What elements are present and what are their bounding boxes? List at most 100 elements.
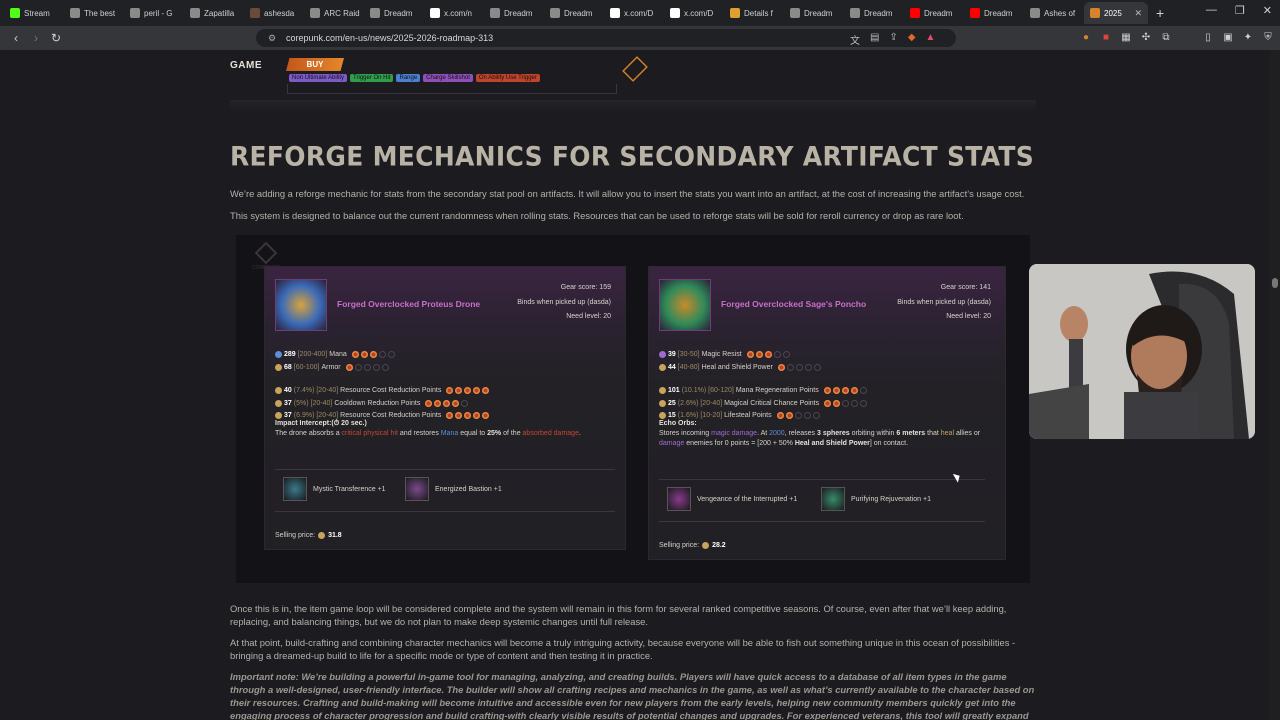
brave-shield-icon[interactable]: ◆ [908, 32, 916, 47]
artifact-card-sages-poncho: Forged Overclocked Sage's Poncho Gear sco… [648, 266, 1006, 560]
quality-dot-icon [446, 387, 454, 394]
quality-dots [824, 399, 867, 407]
stat-range: [60-100] [293, 364, 320, 371]
separator [275, 511, 615, 512]
selling-price: Selling price: 28.2 [659, 542, 726, 549]
selling-price-label: Selling price: [659, 542, 700, 549]
reader-icon[interactable]: ▤ [870, 32, 879, 47]
tab-label: ARC Raid [324, 8, 360, 18]
new-tab-button[interactable]: + [1148, 5, 1172, 21]
artifact-name: Forged Overclocked Sage's Poncho [721, 299, 867, 309]
browser-tab[interactable]: ashesda [244, 2, 304, 24]
browser-tab[interactable]: ARC Raid [304, 2, 364, 24]
quality-dot-icon [777, 364, 785, 371]
browser-tab[interactable]: Dreadm [784, 2, 844, 24]
quality-dot-icon [764, 351, 772, 358]
window-controls: — ❐ ✕ [1206, 4, 1272, 17]
browser-tab[interactable]: Dreadm [964, 2, 1024, 24]
ability-highlight: damage [659, 440, 685, 447]
scrollbar-thumb[interactable] [1272, 278, 1278, 288]
quality-dot-icon [860, 400, 867, 407]
quality-dot-icon [379, 351, 386, 358]
quality-dots [776, 412, 820, 419]
rune-slot[interactable]: Vengeance of the Interrupted +1 [667, 487, 797, 511]
rune-icon [821, 487, 845, 511]
quality-dot-icon [473, 412, 481, 419]
quality-dot-icon [842, 400, 849, 407]
rune-slot[interactable]: Purifying Rejuvenation +1 [821, 487, 931, 511]
browser-tab[interactable]: x.com/D [664, 2, 724, 24]
browser-tab[interactable]: Ashes of [1024, 2, 1084, 24]
vpn-icon[interactable]: ⛨ [1262, 31, 1274, 43]
puzzle-icon[interactable]: ✣ [1140, 31, 1152, 43]
leo-ai-icon[interactable]: ✦ [1242, 31, 1254, 43]
tab-favicon-icon [550, 8, 560, 18]
stat-label: Cooldown Reduction Points [334, 399, 421, 407]
reload-button[interactable]: ↻ [46, 31, 66, 45]
browser-tab[interactable]: Zapatilla [184, 2, 244, 24]
secondary-stat: 15 (1.6%) [10-20] Lifesteal Points [659, 412, 820, 419]
stat-range: [200-400] [297, 351, 328, 358]
tab-favicon-icon [490, 8, 500, 18]
back-button[interactable]: ‹ [6, 31, 26, 45]
browser-tab[interactable]: Dreadm [544, 2, 604, 24]
tab-favicon-icon [850, 8, 860, 18]
stat-value: 39 [668, 351, 676, 358]
quality-dot-icon [823, 387, 831, 394]
browser-tab[interactable]: 2025 ✕ [1084, 2, 1148, 24]
stat-label: Resource Cost Reduction Points [340, 412, 442, 419]
quality-dot-icon [832, 387, 840, 394]
rewards-icon[interactable]: ▲ [926, 32, 936, 47]
translate-icon[interactable]: 文 [850, 32, 860, 47]
extension-icon-2[interactable]: ■ [1100, 31, 1112, 43]
browser-tab[interactable]: peril - G [124, 2, 184, 24]
tab-label: x.com/D [684, 8, 714, 18]
ability-text: . At [757, 430, 770, 437]
nav-game-link[interactable]: GAME [230, 60, 262, 71]
browser-tab[interactable]: x.com/D [604, 2, 664, 24]
quality-dot-icon [813, 412, 820, 419]
screenshot-icon[interactable]: ⧉ [1160, 31, 1172, 43]
close-tab-icon[interactable]: ✕ [1134, 8, 1142, 19]
stat-range: (1.6%) [10-20] [677, 412, 723, 419]
url-text: corepunk.com/en-us/news/2025-2026-roadma… [286, 33, 494, 43]
share-icon[interactable]: ⇪ [889, 32, 897, 47]
secondary-stat: 40 (7.4%) [20-40] Resource Cost Reduction … [275, 387, 490, 394]
browser-tab[interactable]: x.com/n [424, 2, 484, 24]
corepunk-logo-icon[interactable] [622, 56, 648, 82]
browser-tab[interactable]: Stream [4, 2, 64, 24]
artifact-card-proteus-drone: Forged Overclocked Proteus Drone Gear sco… [264, 266, 626, 550]
minimize-button[interactable]: — [1206, 4, 1217, 17]
buy-button[interactable]: BUY [286, 58, 344, 71]
sidebar-icon[interactable]: ▯ [1202, 31, 1214, 43]
quality-dot-icon [795, 412, 802, 419]
browser-tab[interactable]: Dreadm [844, 2, 904, 24]
tab-favicon-icon [190, 8, 200, 18]
ability-text: orbiting within [849, 430, 897, 437]
rune-slot[interactable]: Energized Bastion +1 [405, 477, 502, 501]
tab-label: ashesda [264, 8, 295, 18]
site-info-icon[interactable]: ⚙ [268, 33, 276, 44]
browser-tab[interactable]: Dreadm [904, 2, 964, 24]
quality-dot-icon [776, 412, 784, 419]
page-scrollbar[interactable] [1270, 50, 1280, 720]
quality-dot-icon [373, 364, 380, 371]
rune-slot[interactable]: Mystic Transference +1 [283, 477, 386, 501]
paragraph-4: At that point, build-crafting and combin… [230, 637, 1016, 661]
close-window-button[interactable]: ✕ [1263, 4, 1272, 17]
socket-gem-icon [275, 387, 282, 394]
watermark-logo-icon [254, 241, 278, 265]
socket-gem-icon [275, 399, 282, 407]
browser-tab[interactable]: Details f [724, 2, 784, 24]
extension-icon-3[interactable]: ▦ [1120, 31, 1132, 43]
browser-tab[interactable]: Dreadm [484, 2, 544, 24]
browser-tab[interactable]: Dreadm [364, 2, 424, 24]
stat-value: 101 [668, 387, 680, 394]
forward-button[interactable]: › [26, 31, 46, 45]
extension-icon-1[interactable]: ● [1080, 31, 1092, 43]
wallet-icon[interactable]: ▣ [1222, 31, 1234, 43]
browser-tab[interactable]: The best [64, 2, 124, 24]
tab-label: Ashes of [1044, 8, 1076, 18]
maximize-button[interactable]: ❐ [1235, 4, 1245, 17]
tab-favicon-icon [370, 8, 380, 18]
